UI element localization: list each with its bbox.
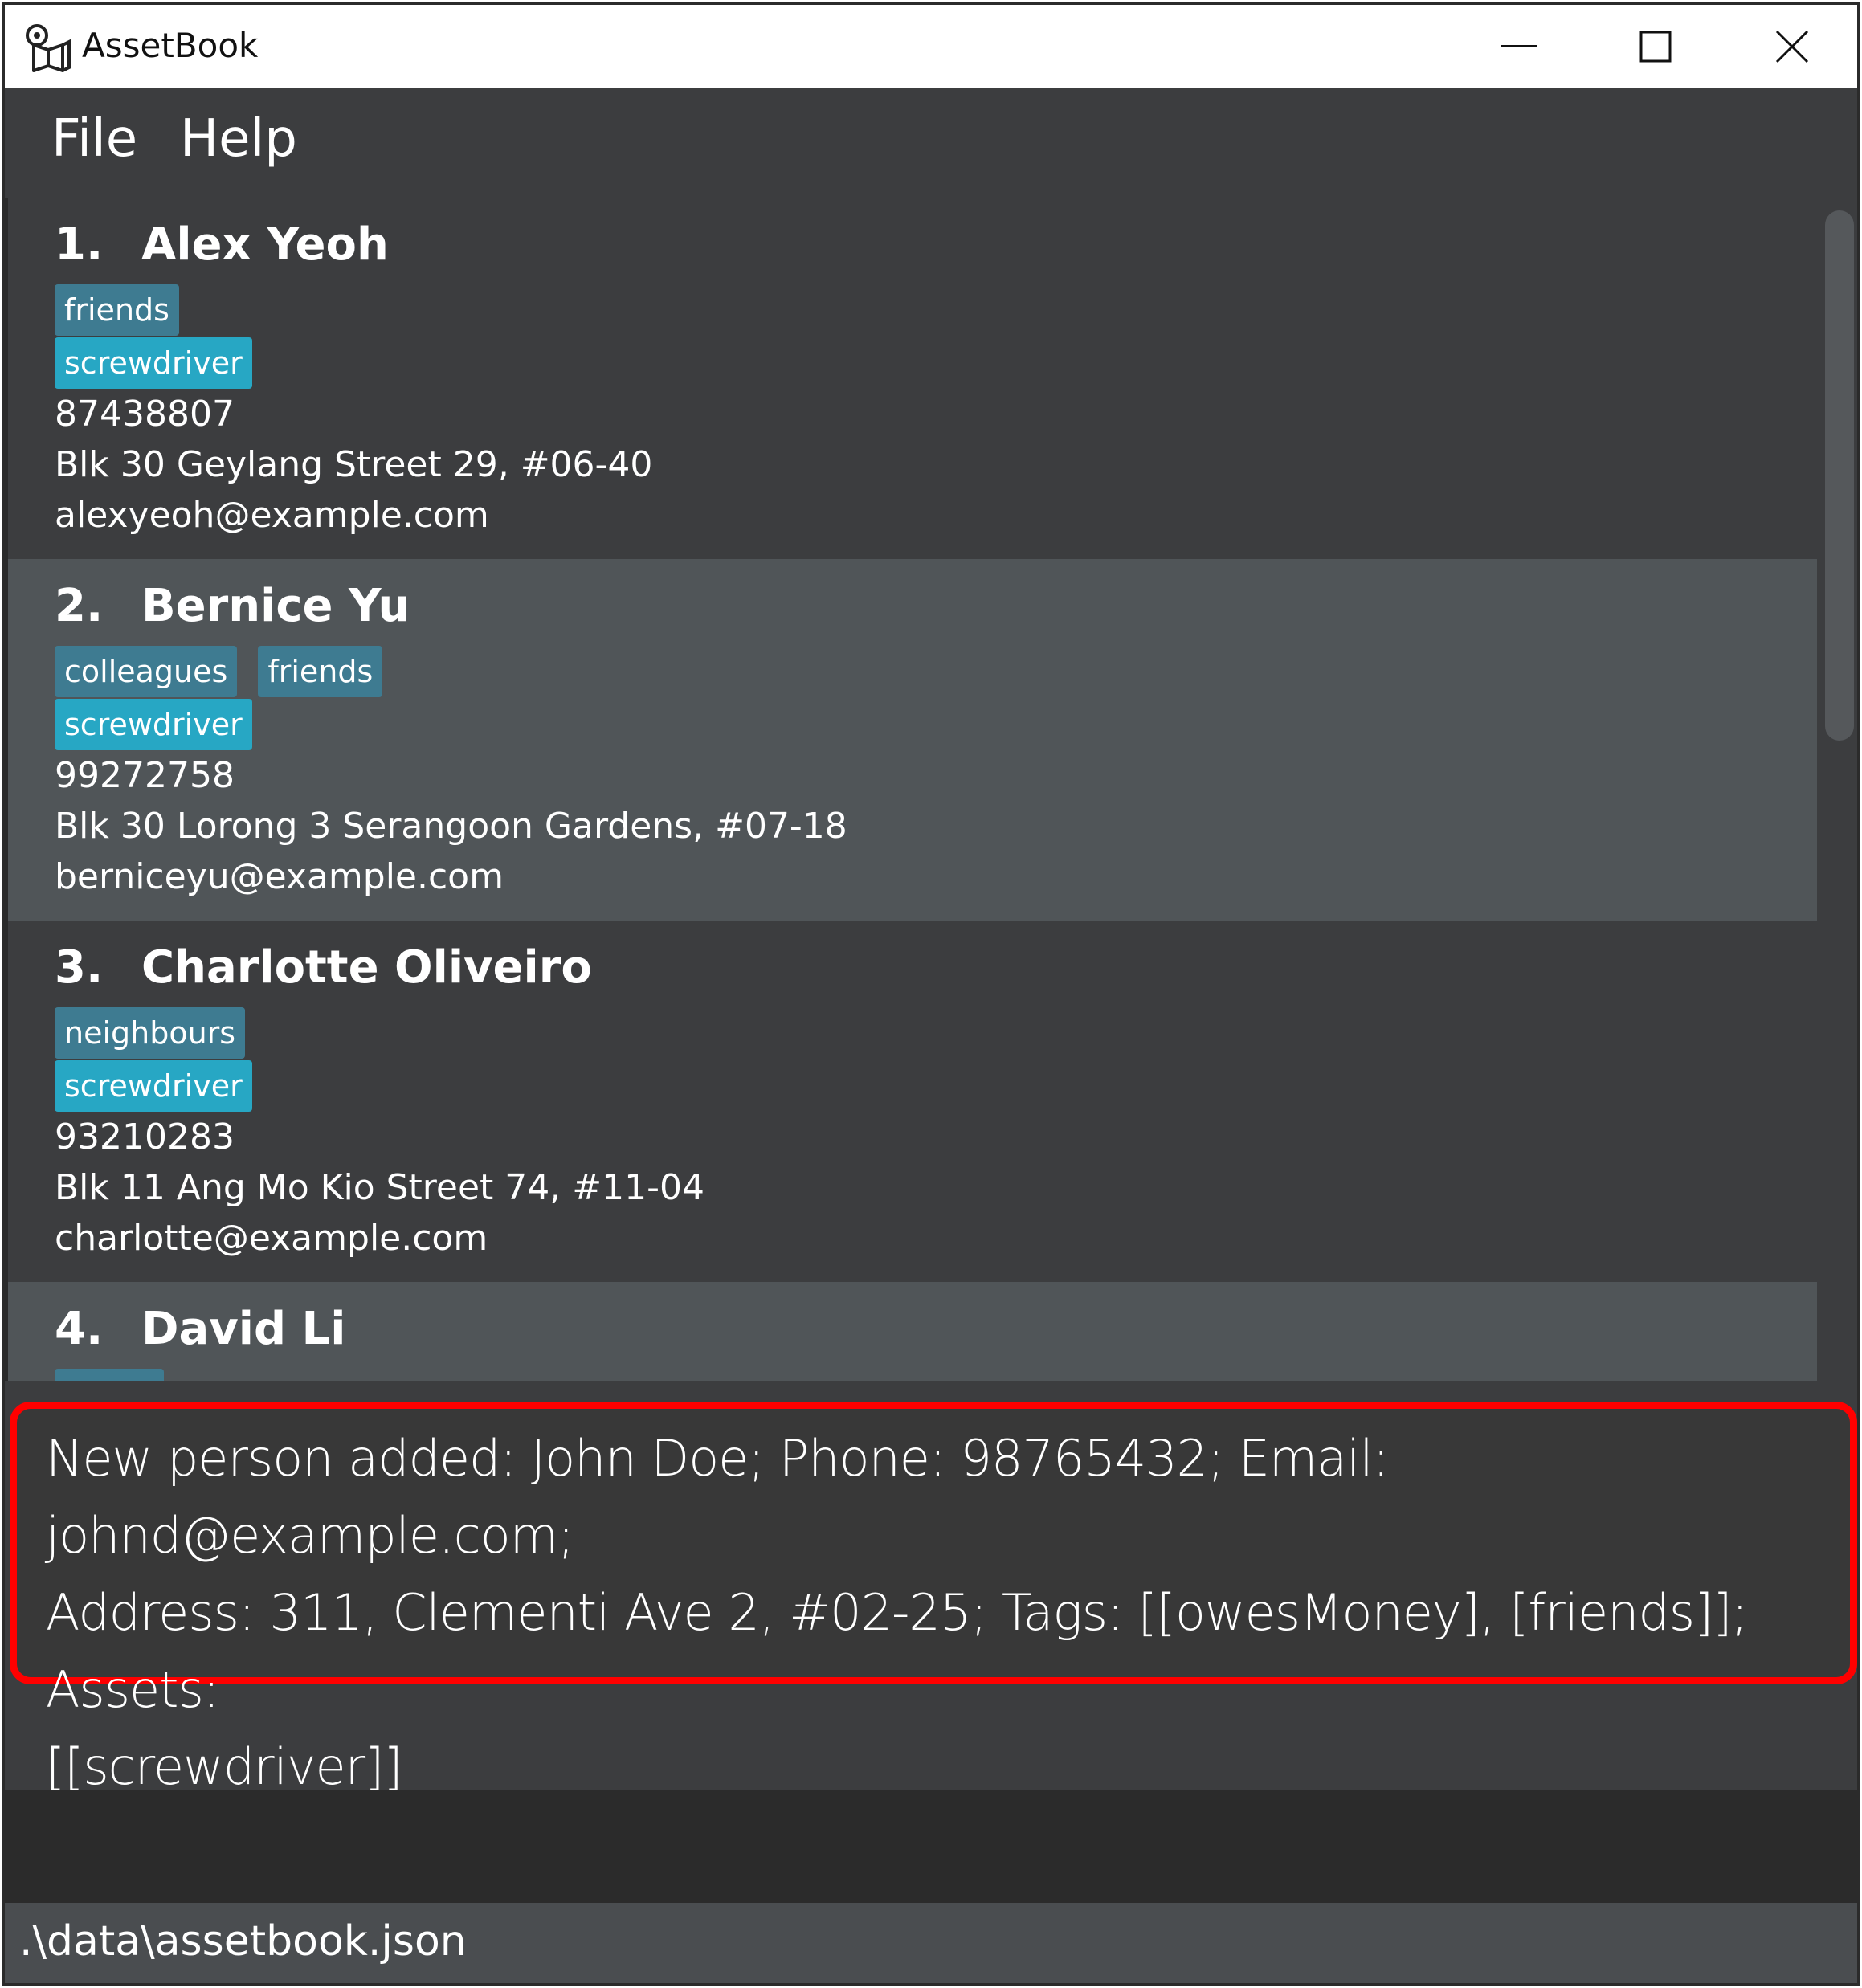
person-name: Charlotte Oliveiro (141, 941, 592, 994)
tag: friends (55, 284, 179, 336)
result-line: New person added: John Doe; Phone: 98765… (46, 1429, 1390, 1565)
close-button[interactable] (1724, 5, 1857, 88)
result-display-pane: New person added: John Doe; Phone: 98765… (5, 1381, 1857, 1796)
person-card[interactable]: 3. Charlotte Oliveiro neighbours screwdri… (8, 921, 1817, 1282)
person-address: Blk 30 Geylang Street 29, #06-40 (55, 444, 653, 485)
person-name: David Li (141, 1303, 346, 1355)
minimize-button[interactable] (1451, 5, 1587, 88)
scrollbar-thumb[interactable] (1825, 210, 1854, 741)
maximize-icon (1639, 31, 1672, 63)
menu-bar: File Help (5, 88, 1857, 198)
person-email: alexyeoh@example.com (55, 495, 489, 536)
status-bar: .\data\assetbook.json (5, 1903, 1857, 1983)
person-title: 4. David Li (55, 1303, 345, 1355)
minimize-icon (1501, 45, 1537, 47)
tag-list: friends (55, 284, 179, 336)
tag (55, 1369, 164, 1381)
assetbook-logo-icon (22, 21, 76, 74)
tag-list: colleagues friends (55, 646, 383, 697)
person-phone: 93210283 (55, 1116, 235, 1157)
tag: friends (258, 646, 383, 697)
person-index: 4. (55, 1303, 104, 1355)
person-address: Blk 11 Ang Mo Kio Street 74, #11-04 (55, 1167, 704, 1208)
asset-list: screwdriver (55, 699, 252, 750)
tag-list: neighbours (55, 1007, 246, 1059)
menu-help[interactable]: Help (180, 109, 297, 169)
result-line: Address: 311, Clementi Ave 2, #02-25; Ta… (46, 1583, 1748, 1719)
tag-list (55, 1369, 164, 1381)
title-bar[interactable]: AssetBook (5, 5, 1857, 88)
person-title: 3. Charlotte Oliveiro (55, 941, 592, 994)
asset-list: screwdriver (55, 1060, 252, 1112)
asset-tag: screwdriver (55, 337, 252, 389)
person-title: 1. Alex Yeoh (55, 218, 389, 271)
person-email: charlotte@example.com (55, 1218, 488, 1259)
person-email: berniceyu@example.com (55, 856, 504, 897)
person-card[interactable]: 4. David Li (8, 1282, 1817, 1381)
person-card[interactable]: 2. Bernice Yu colleagues friends screwdri… (8, 559, 1817, 921)
close-icon (1775, 30, 1809, 63)
tag: neighbours (55, 1007, 246, 1059)
asset-list: screwdriver (55, 337, 252, 389)
app-window: AssetBook File Help 1. Alex Yeoh friends… (2, 2, 1860, 1986)
person-name: Bernice Yu (141, 580, 410, 632)
menu-file[interactable]: File (51, 109, 137, 169)
person-index: 3. (55, 941, 104, 994)
person-phone: 87438807 (55, 394, 235, 435)
person-index: 1. (55, 218, 104, 271)
person-index: 2. (55, 580, 104, 632)
tag: colleagues (55, 646, 238, 697)
window-title: AssetBook (82, 26, 259, 65)
maximize-button[interactable] (1587, 5, 1724, 88)
result-display: New person added: John Doe; Phone: 98765… (10, 1402, 1857, 1796)
person-name: Alex Yeoh (141, 218, 389, 271)
person-title: 2. Bernice Yu (55, 580, 410, 632)
person-card[interactable]: 1. Alex Yeoh friends screwdriver 87438807… (8, 198, 1817, 559)
person-list[interactable]: 1. Alex Yeoh friends screwdriver 87438807… (8, 198, 1817, 1381)
person-address: Blk 30 Lorong 3 Serangoon Gardens, #07-1… (55, 806, 847, 847)
person-phone: 99272758 (55, 755, 235, 796)
save-file-path: .\data\assetbook.json (19, 1917, 467, 1966)
asset-tag: screwdriver (55, 1060, 252, 1112)
command-input[interactable] (5, 1790, 1857, 1903)
asset-tag: screwdriver (55, 699, 252, 750)
